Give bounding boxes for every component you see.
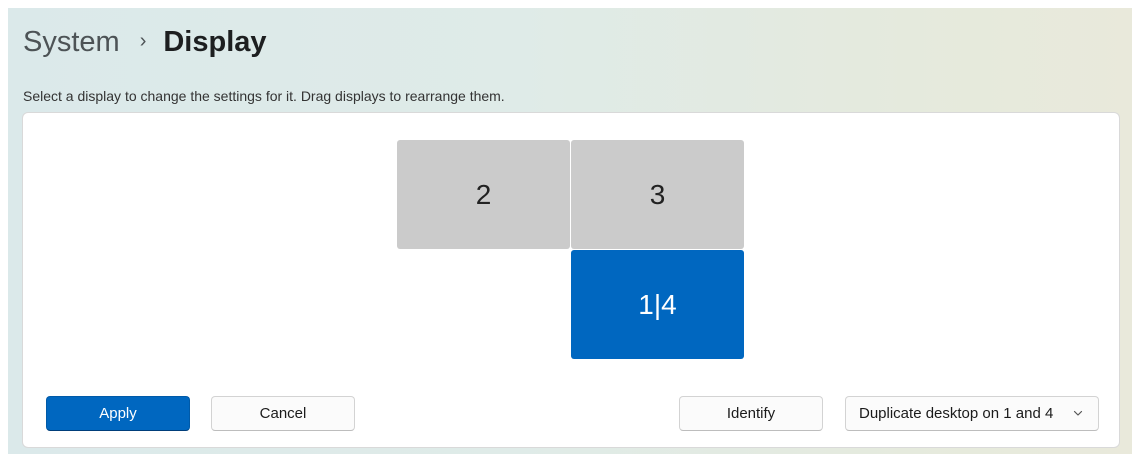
multiple-displays-selected-value: Duplicate desktop on 1 and 4 [859, 405, 1054, 422]
display-arrangement-instructions: Select a display to change the settings … [23, 88, 505, 104]
breadcrumb-chevron-icon: › [139, 29, 147, 52]
monitor-2-label: 2 [475, 178, 492, 210]
cancel-button[interactable]: Cancel [211, 396, 355, 431]
display-arrangement-panel: 2 3 1|4 Apply Cancel Identify Duplicate … [22, 112, 1120, 448]
monitor-1-4-tile[interactable]: 1|4 [571, 250, 744, 359]
chevron-down-icon [1073, 410, 1083, 416]
breadcrumb-system-link[interactable]: System [23, 26, 120, 59]
monitor-3-label: 3 [649, 178, 666, 210]
apply-button[interactable]: Apply [46, 396, 190, 431]
page-title: Display [163, 25, 267, 58]
monitor-2-tile[interactable]: 2 [397, 140, 570, 249]
monitor-1-4-label: 1|4 [638, 288, 677, 320]
multiple-displays-dropdown[interactable]: Duplicate desktop on 1 and 4 [845, 396, 1099, 431]
breadcrumb: System › Display [23, 22, 267, 62]
identify-button[interactable]: Identify [679, 396, 823, 431]
monitor-3-tile[interactable]: 3 [571, 140, 744, 249]
settings-window: System › Display Select a display to cha… [8, 8, 1132, 454]
